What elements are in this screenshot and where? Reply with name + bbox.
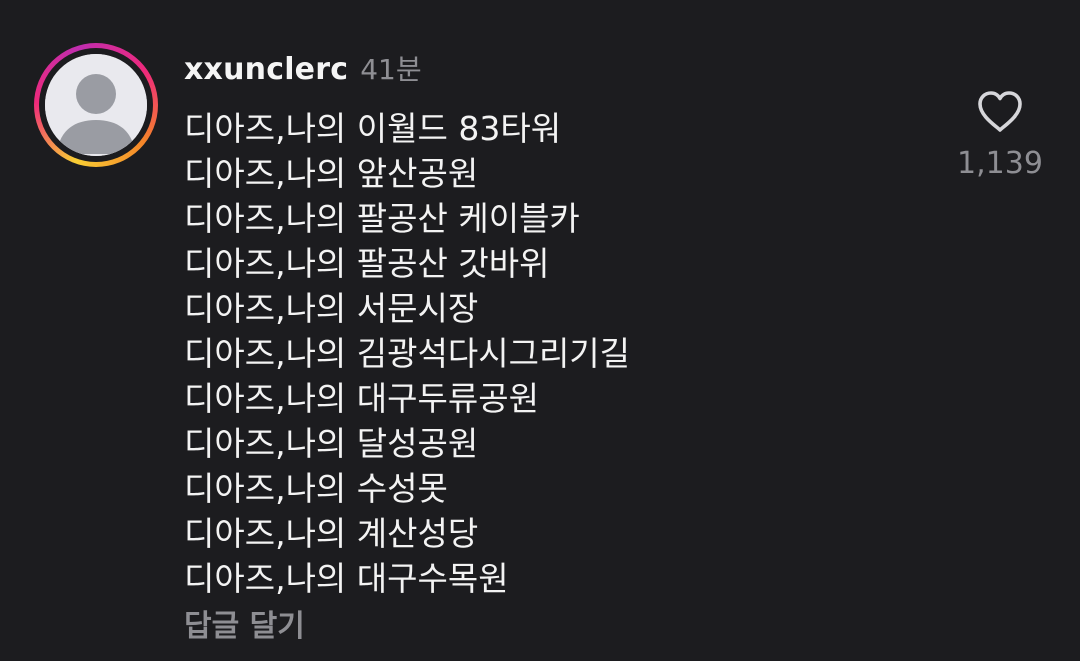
avatar-ring-gap (39, 48, 153, 162)
comment-line: 디아즈,나의 팔공산 케이블카 (184, 199, 580, 238)
reply-button[interactable]: 답글 달기 (184, 601, 305, 645)
avatar[interactable] (45, 54, 147, 156)
comment: xxunclerc 41분 디아즈,나의 이월드 83타워 디아즈,나의 앞산공… (0, 0, 1080, 661)
avatar-story-ring[interactable] (34, 43, 158, 167)
comment-line: 디아즈,나의 수성못 (184, 469, 448, 508)
heart-outline-icon (978, 91, 1022, 132)
comment-line: 디아즈,나의 서문시장 (184, 289, 479, 328)
comment-line: 디아즈,나의 이월드 83타워 (184, 109, 562, 148)
comment-line: 디아즈,나의 팔공산 갓바위 (184, 244, 550, 283)
username[interactable]: xxunclerc (184, 52, 348, 87)
comment-line: 디아즈,나의 김광석다시그리기길 (184, 334, 631, 373)
like-count: 1,139 (957, 146, 1043, 181)
comment-line: 디아즈,나의 앞산공원 (184, 154, 479, 193)
comment-line: 디아즈,나의 대구두류공원 (184, 379, 539, 418)
comment-line: 디아즈,나의 대구수목원 (184, 559, 509, 598)
comment-text: 디아즈,나의 이월드 83타워 디아즈,나의 앞산공원 디아즈,나의 팔공산 케… (184, 106, 630, 601)
timestamp: 41분 (360, 53, 422, 86)
like-button[interactable] (972, 88, 1028, 136)
comment-header: xxunclerc 41분 (184, 48, 422, 88)
comment-line: 디아즈,나의 계산성당 (184, 514, 479, 553)
comment-line: 디아즈,나의 달성공원 (184, 424, 479, 463)
default-user-avatar-icon (45, 54, 147, 156)
